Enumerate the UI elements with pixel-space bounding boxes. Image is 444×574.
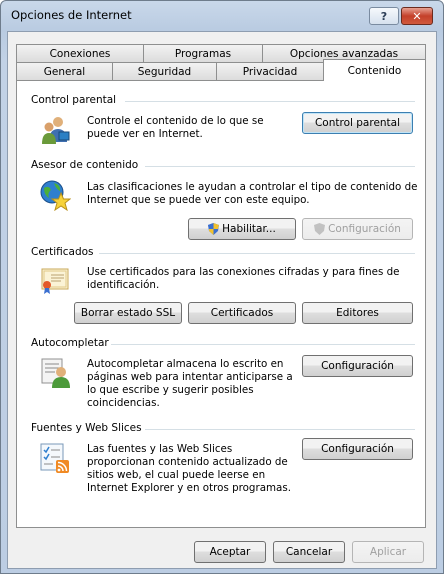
feeds-header: Fuentes y Web Slices (31, 422, 142, 434)
title-bar[interactable]: Opciones de Internet ? ✕ (1, 1, 443, 31)
certificate-icon (41, 268, 69, 294)
divider (99, 253, 415, 254)
uac-shield-icon (208, 223, 220, 235)
divider (145, 166, 415, 167)
tab-seguridad[interactable]: Seguridad (112, 62, 217, 80)
divider (145, 429, 415, 430)
uac-shield-icon (314, 223, 326, 235)
certificates-header: Certificados (31, 246, 94, 258)
ok-button[interactable]: Aceptar (194, 541, 266, 563)
autocomplete-text-line-4: coincidencias. (87, 397, 160, 409)
help-button[interactable]: ? (369, 7, 399, 25)
parental-control-button[interactable]: Control parental (302, 112, 413, 134)
feeds-text-line-2: proporcionan contenido actualizado de (87, 456, 288, 468)
parental-header: Control parental (31, 94, 117, 106)
certificates-text-line-1: Use certificados para las conexiones cif… (87, 266, 400, 278)
tab-privacidad[interactable]: Privacidad (216, 62, 324, 80)
content-tab-panel: Control parental Controle el contenido d… (16, 80, 426, 528)
tab-conexiones[interactable]: Conexiones (16, 44, 144, 62)
divider (111, 344, 415, 345)
tab-contenido[interactable]: Contenido (323, 59, 426, 81)
tab-general[interactable]: General (16, 62, 113, 80)
divider (125, 101, 415, 102)
autocomplete-text-line-2: páginas web para intentar anticiparse a (87, 371, 293, 383)
feeds-text-line-3: sitios web, el cual puede leerse en (87, 469, 266, 481)
autocomplete-text-line-1: Autocompletar almacena lo escrito en (87, 358, 284, 370)
enable-button[interactable]: Habilitar... (188, 218, 296, 240)
feeds-config-button[interactable]: Configuración (302, 438, 413, 460)
window-title: Opciones de Internet (11, 8, 132, 22)
clear-ssl-button[interactable]: Borrar estado SSL (74, 302, 182, 324)
enable-button-label: Habilitar... (222, 223, 276, 235)
advisor-text-line-2: Internet que se puede ver con este equip… (87, 194, 310, 206)
advisor-config-button[interactable]: Configuración (302, 218, 413, 240)
parental-text-line-2: puede ver en Internet. (87, 128, 203, 140)
parental-text-line-1: Controle el contenido de lo que se (87, 115, 264, 127)
apply-button[interactable]: Aplicar (352, 541, 424, 563)
autocomplete-config-button[interactable]: Configuración (302, 355, 413, 377)
family-users-icon (42, 117, 70, 144)
advisor-config-label: Configuración (328, 223, 401, 235)
certificates-text-line-2: identificación. (87, 279, 160, 291)
autocomplete-text-line-3: lo que escribe y sugerir posibles (87, 384, 254, 396)
feeds-text-line-1: Las fuentes y las Web Slices (87, 443, 233, 455)
feeds-checklist-icon (40, 443, 69, 473)
close-button[interactable]: ✕ (401, 7, 433, 25)
dialog-body: Conexiones Programas Opciones avanzadas … (7, 31, 437, 569)
globe-star-icon (40, 180, 71, 211)
feeds-text-line-4: Internet Explorer y en otros programas. (87, 482, 291, 494)
publishers-button[interactable]: Editores (302, 302, 413, 324)
advisor-text-line-1: Las clasificaciones le ayudan a controla… (87, 181, 418, 193)
cancel-button[interactable]: Cancelar (273, 541, 345, 563)
certificates-button[interactable]: Certificados (188, 302, 296, 324)
autocomplete-header: Autocompletar (31, 337, 109, 349)
tab-programas[interactable]: Programas (143, 44, 263, 62)
dialog-window: Opciones de Internet ? ✕ Conexiones Prog… (0, 0, 444, 574)
autocomplete-user-icon (41, 358, 70, 388)
advisor-header: Asesor de contenido (31, 159, 139, 171)
